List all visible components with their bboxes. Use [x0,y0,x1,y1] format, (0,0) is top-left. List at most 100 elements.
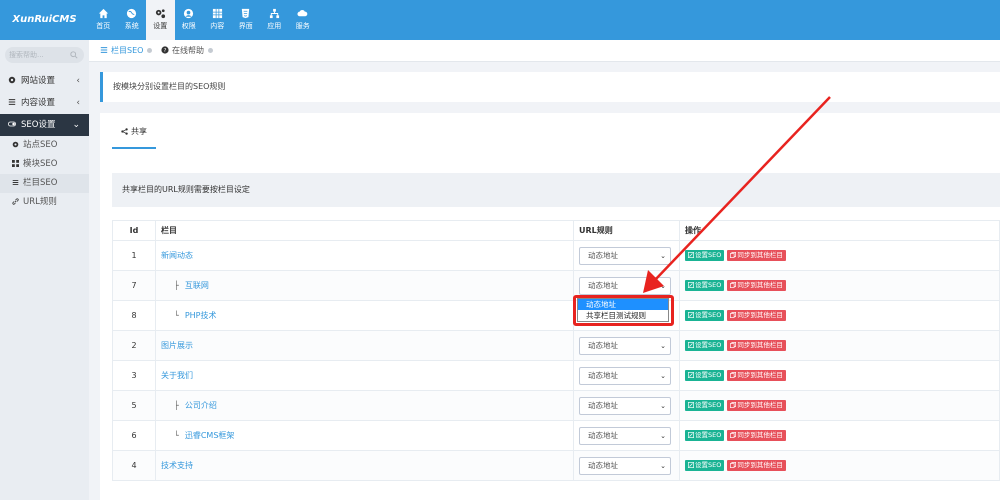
url-rule-select[interactable]: 动态地址 ⌄ [579,396,671,415]
svg-text:?: ? [163,48,166,54]
url-rule-select[interactable]: 动态地址 ⌄ [579,246,671,265]
user-circle-icon [184,8,194,19]
category-link[interactable]: PHP技术 [185,311,217,320]
button-label: 设置SEO [695,371,722,379]
category-link[interactable]: 新闻动态 [161,251,193,260]
cell-category: 技术支持 [155,450,574,481]
sitemap-icon [269,8,279,19]
sync-to-other-button[interactable]: 同步到其他栏目 [727,310,786,321]
url-rule-select[interactable]: 动态地址 ⌄ [579,456,671,475]
category-link[interactable]: 公司介绍 [185,401,217,410]
cell-actions: 设置SEO 同步到其他栏目 [679,360,1000,391]
table-row: 4 技术支持 动态地址 ⌄ 设置SEO 同步到其他栏目 [112,450,1000,481]
cell-actions: 设置SEO 同步到其他栏目 [679,300,1000,331]
url-rule-value: 动态地址 [588,280,618,290]
sync-to-other-button[interactable]: 同步到其他栏目 [727,370,786,381]
chevron-left-icon: ‹ [76,76,80,86]
breadcrumb-current[interactable]: 栏目SEO [111,46,143,55]
url-rule-value: 动态地址 [588,430,618,440]
sidebar-item-module-seo[interactable]: 模块SEO [0,155,89,174]
button-label: 同步到其他栏目 [737,371,783,379]
edit-icon [688,252,694,258]
sync-to-other-button[interactable]: 同步到其他栏目 [727,400,786,411]
sidebar-item-category-seo[interactable]: 栏目SEO [0,174,89,193]
sidebar-group-label: 网站设置 [21,76,56,86]
search-icon [70,51,78,59]
sidebar-search[interactable]: 搜索帮助... [5,47,84,63]
tab-shared[interactable]: 共享 [112,121,156,149]
url-rule-select[interactable]: 动态地址 ⌄ [579,336,671,355]
set-seo-button[interactable]: 设置SEO [685,430,725,441]
tree-prefix: └ [174,431,179,440]
sidebar-item-label: 站点SEO [23,140,58,150]
set-seo-button[interactable]: 设置SEO [685,370,725,381]
chevron-down-icon: ⌄ [660,371,666,380]
cell-category: 关于我们 [155,360,574,391]
sync-to-other-button[interactable]: 同步到其他栏目 [727,430,786,441]
nav-item-ui[interactable]: 界面 [232,0,261,40]
sidebar-item-site-seo[interactable]: 站点SEO [0,136,89,155]
sync-to-other-button[interactable]: 同步到其他栏目 [727,460,786,471]
sidebar-group-label: SEO设置 [21,120,56,130]
set-seo-button[interactable]: 设置SEO [685,340,725,351]
set-seo-button[interactable]: 设置SEO [685,250,725,261]
button-label: 设置SEO [695,341,722,349]
table-row: 3 关于我们 动态地址 ⌄ 设置SEO 同步到其他栏目 [112,360,1000,391]
url-rule-select[interactable]: 动态地址 ⌄ [579,426,671,445]
nav-item-settings[interactable]: 设置 [146,0,175,40]
sync-to-other-button[interactable]: 同步到其他栏目 [727,250,786,261]
toggle-icon [8,121,16,127]
button-label: 设置SEO [695,431,722,439]
sidebar-group-seo-settings[interactable]: SEO设置 ⌄ [0,114,89,136]
chevron-left-icon: ‹ [76,98,80,108]
chevron-down-icon: ⌄ [660,281,666,290]
url-rule-select[interactable]: 动态地址 ⌄ [579,366,671,385]
url-rule-select[interactable]: 动态地址 ⌄ [579,276,671,295]
cell-url-rule: 动态地址 ⌄ [573,330,680,361]
chevron-down-icon: ⌄ [660,461,666,470]
edit-icon [688,342,694,348]
cell-id: 2 [112,330,156,361]
category-link[interactable]: 图片展示 [161,341,193,350]
table-header-row: Id 栏目 URL规则 操作 [112,220,1000,241]
set-seo-button[interactable]: 设置SEO [685,400,725,411]
sidebar-group-site-settings[interactable]: 网站设置 ‹ [0,70,89,92]
link-icon [12,198,19,205]
set-seo-button[interactable]: 设置SEO [685,280,725,291]
grid-icon [12,160,19,167]
button-label: 设置SEO [695,461,722,469]
nav-item-apps[interactable]: 应用 [260,0,289,40]
nav-item-permissions[interactable]: 权限 [175,0,204,40]
sync-to-other-button[interactable]: 同步到其他栏目 [727,340,786,351]
cell-id: 4 [112,450,156,481]
set-seo-button[interactable]: 设置SEO [685,460,725,471]
edit-icon [688,432,694,438]
nav-item-content[interactable]: 内容 [203,0,232,40]
chevron-down-icon: ⌄ [660,401,666,410]
category-link[interactable]: 技术支持 [161,461,193,470]
category-link[interactable]: 迅睿CMS框架 [185,431,235,440]
set-seo-button[interactable]: 设置SEO [685,310,725,321]
sync-to-other-button[interactable]: 同步到其他栏目 [727,280,786,291]
copy-icon [730,252,737,258]
copy-icon [730,372,737,378]
sidebar-item-url-rules[interactable]: URL规则 [0,193,89,212]
category-link[interactable]: 关于我们 [161,371,193,380]
app-logo[interactable]: XunRuiCMS [0,0,89,40]
edit-icon [688,282,694,288]
cell-url-rule: 动态地址 ⌄ [573,420,680,451]
nav-item-system[interactable]: 系统 [118,0,147,40]
category-link[interactable]: 互联网 [185,281,209,290]
home-icon [98,8,108,19]
nav-item-services[interactable]: 服务 [289,0,318,40]
url-rule-value: 动态地址 [588,460,618,470]
annotation-highlight-box [573,295,674,326]
nav-label: 系统 [124,22,139,30]
nav-item-home[interactable]: 首页 [89,0,118,40]
cell-category: ├ 公司介绍 [155,390,574,421]
breadcrumb-help-link[interactable]: 在线帮助 [172,46,204,55]
sidebar-group-content-settings[interactable]: 内容设置 ‹ [0,92,89,114]
chevron-down-icon: ⌄ [660,251,666,260]
col-header-actions: 操作 [679,220,1000,241]
cell-actions: 设置SEO 同步到其他栏目 [679,420,1000,451]
